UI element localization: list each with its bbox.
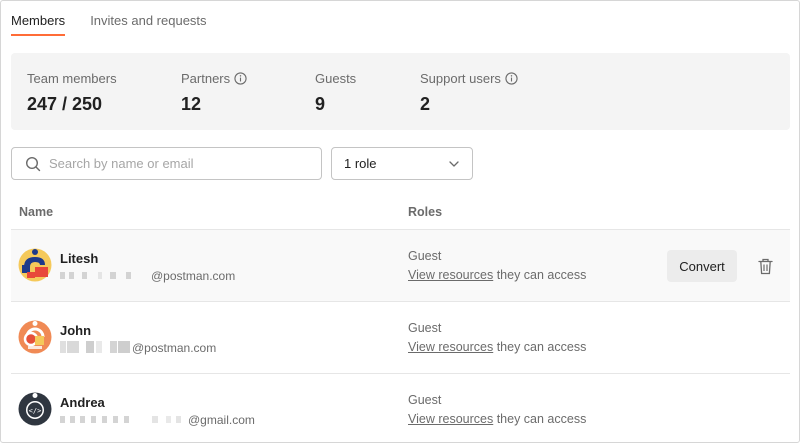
table-row[interactable]: John @postman.com Guest View resources t…: [11, 302, 790, 374]
avatar: [18, 320, 52, 354]
member-email: @postman.com: [151, 269, 236, 283]
member-email: @postman.com: [132, 341, 217, 355]
access-text: View resources they can access: [408, 340, 586, 354]
members-panel: Members Invites and requests Team member…: [0, 0, 800, 443]
member-role: Guest: [408, 393, 442, 407]
convert-button[interactable]: Convert: [667, 250, 737, 282]
access-text: View resources they can access: [408, 412, 586, 426]
stat-value: 2: [420, 94, 431, 114]
stat-value: 12: [181, 94, 202, 114]
member-email: @gmail.com: [188, 413, 255, 427]
member-name: Andrea: [60, 395, 105, 410]
access-suffix: they can access: [493, 412, 587, 426]
table-row[interactable]: Litesh @postman.com Guest View resources…: [11, 230, 790, 302]
stat-partners: Partners 12: [181, 70, 247, 115]
access-suffix: they can access: [493, 340, 587, 354]
tab-members[interactable]: Members: [11, 1, 66, 38]
access-suffix: they can access: [493, 268, 587, 282]
info-icon[interactable]: [234, 71, 247, 85]
svg-text:</>: </>: [29, 407, 42, 415]
member-name: John: [60, 323, 92, 338]
search-box: [11, 147, 322, 180]
stat-support-users: Support users 2: [420, 70, 518, 115]
info-icon[interactable]: [505, 71, 518, 85]
table-row[interactable]: </> Andrea @gmail.com Guest View resourc…: [11, 374, 790, 442]
tab-bar: Members Invites and requests: [11, 1, 232, 38]
role-filter-dropdown[interactable]: 1 role: [331, 147, 473, 180]
tab-invites-and-requests[interactable]: Invites and requests: [90, 1, 206, 38]
member-role: Guest: [408, 321, 442, 335]
stat-guests: Guests 9: [315, 70, 356, 115]
view-resources-link[interactable]: View resources: [408, 412, 493, 426]
stat-label: Guests: [315, 70, 357, 86]
chevron-down-icon: [449, 160, 459, 167]
trash-icon[interactable]: [758, 258, 773, 275]
member-role: Guest: [408, 249, 442, 263]
team-stats: Team members 247 / 250 Partners 12 Guest…: [11, 53, 790, 130]
avatar: </>: [18, 392, 52, 426]
role-filter-value: 1 role: [344, 156, 377, 171]
stat-label: Support users: [420, 70, 501, 86]
avatar: [18, 248, 52, 282]
view-resources-link[interactable]: View resources: [408, 340, 493, 354]
search-icon: [25, 156, 41, 171]
column-header-name: Name: [19, 205, 54, 219]
stat-value: 247 / 250: [27, 94, 103, 114]
access-text: View resources they can access: [408, 268, 586, 282]
search-input[interactable]: [49, 156, 309, 171]
stat-label: Partners: [181, 70, 231, 86]
column-header-roles: Roles: [408, 205, 443, 219]
stat-label: Team members: [27, 70, 117, 86]
stat-team-members: Team members 247 / 250: [27, 70, 117, 115]
view-resources-link[interactable]: View resources: [408, 268, 493, 282]
member-name: Litesh: [60, 251, 99, 266]
stat-value: 9: [315, 94, 326, 114]
